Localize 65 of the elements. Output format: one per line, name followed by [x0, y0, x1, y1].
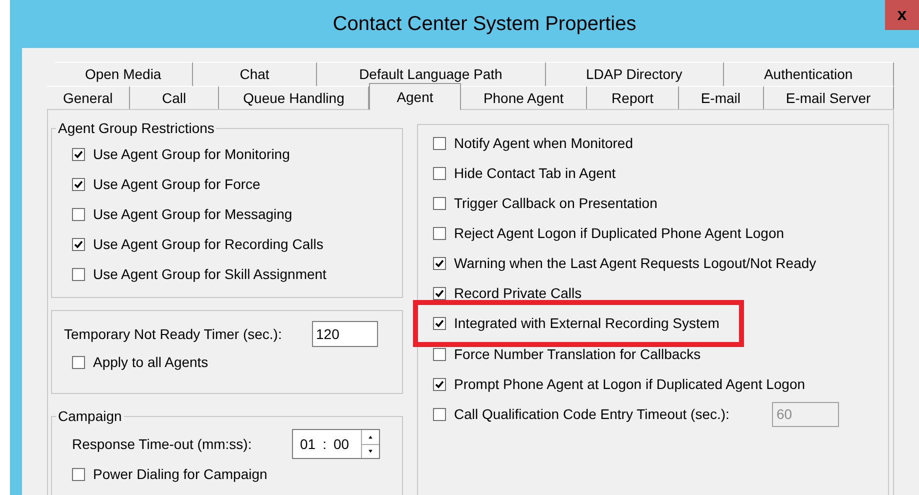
timer-input[interactable]: 120 — [312, 321, 378, 347]
tab[interactable]: LDAP Directory — [546, 62, 724, 86]
checkbox[interactable] — [433, 317, 446, 330]
group-title: Campaign — [57, 407, 123, 426]
checkmark-icon — [74, 240, 83, 248]
checkbox-label: Use Agent Group for Monitoring — [93, 144, 290, 164]
checkbox-label: Trigger Callback on Presentation — [454, 194, 658, 213]
checkmark-icon — [435, 319, 444, 328]
checkbox-label: Apply to all Agents — [93, 352, 208, 372]
checkbox[interactable] — [433, 136, 446, 150]
tab[interactable]: Authentication — [724, 62, 894, 86]
tab[interactable]: Queue Handling — [219, 86, 370, 110]
time-separator: : — [322, 434, 326, 454]
checkbox[interactable] — [72, 148, 85, 160]
checkbox-label: Integrated with External Recording System — [454, 314, 720, 333]
window-title: Contact Center System Properties — [332, 12, 636, 37]
checkbox[interactable] — [433, 226, 446, 240]
checkbox[interactable] — [433, 408, 446, 420]
minutes-value: 01 — [300, 434, 316, 454]
checkmark-icon — [435, 380, 444, 388]
checkbox-label: Reject Agent Logon if Duplicated Phone Agent Logon — [454, 224, 784, 243]
tab[interactable]: Agent — [369, 83, 461, 110]
close-button[interactable]: x — [885, 0, 919, 30]
checkmark-icon — [74, 180, 83, 188]
checkbox-label: Use Agent Group for Recording Calls — [93, 234, 324, 254]
checkbox[interactable] — [433, 348, 446, 360]
tab[interactable]: E-mail Server — [764, 86, 894, 110]
tab[interactable]: Report — [587, 86, 679, 110]
checkmark-icon — [74, 150, 83, 158]
tab[interactable]: Default Language Path — [316, 62, 546, 86]
checkbox[interactable] — [433, 378, 446, 390]
tab[interactable]: E-mail — [678, 86, 764, 110]
checkbox[interactable] — [72, 268, 85, 280]
checkbox-label: Power Dialing for Campaign — [93, 464, 268, 484]
checkbox[interactable] — [72, 208, 85, 220]
checkbox[interactable] — [72, 178, 85, 190]
tab[interactable]: General — [47, 86, 130, 110]
checkbox[interactable] — [72, 468, 85, 480]
checkbox[interactable] — [433, 166, 446, 180]
tab[interactable]: Phone Agent — [460, 86, 588, 110]
checkbox-label: Use Agent Group for Force — [93, 174, 260, 194]
seconds-value: 00 — [333, 434, 350, 454]
checkbox[interactable] — [72, 356, 85, 368]
field-label: Temporary Not Ready Timer (sec.): — [64, 324, 283, 344]
checkbox-label: Use Agent Group for Skill Assignment — [93, 264, 326, 284]
checkbox[interactable] — [433, 286, 446, 300]
group-title: Agent Group Restrictions — [57, 119, 216, 138]
tab[interactable]: Call — [130, 86, 220, 110]
checkbox-label: Notify Agent when Monitored — [454, 134, 633, 153]
checkbox-label: Call Qualification Code Entry Timeout (sec.): — [454, 404, 730, 424]
time-spin-field[interactable]: 01 : 00 — [292, 429, 380, 459]
checkmark-icon — [435, 258, 444, 268]
field-label: Response Time-out (mm:ss): — [72, 434, 253, 454]
checkbox-label: Hide Contact Tab in Agent — [454, 164, 616, 183]
checkbox-label: Warning when the Last Agent Requests Logout/Not Ready — [454, 254, 816, 273]
checkbox-label: Use Agent Group for Messaging — [93, 204, 292, 224]
checkbox[interactable] — [433, 256, 446, 270]
checkbox-label: Record Private Calls — [454, 284, 582, 302]
checkbox[interactable] — [72, 238, 85, 250]
checkmark-icon — [435, 288, 444, 298]
checkbox[interactable] — [433, 196, 446, 210]
checkbox-label: Force Number Translation for Callbacks — [454, 344, 701, 364]
tab[interactable]: Chat — [193, 62, 317, 86]
tab[interactable]: Open Media — [54, 62, 194, 86]
checkbox-label: Prompt Phone Agent at Logon if Duplicated Agent Logon — [454, 374, 806, 394]
